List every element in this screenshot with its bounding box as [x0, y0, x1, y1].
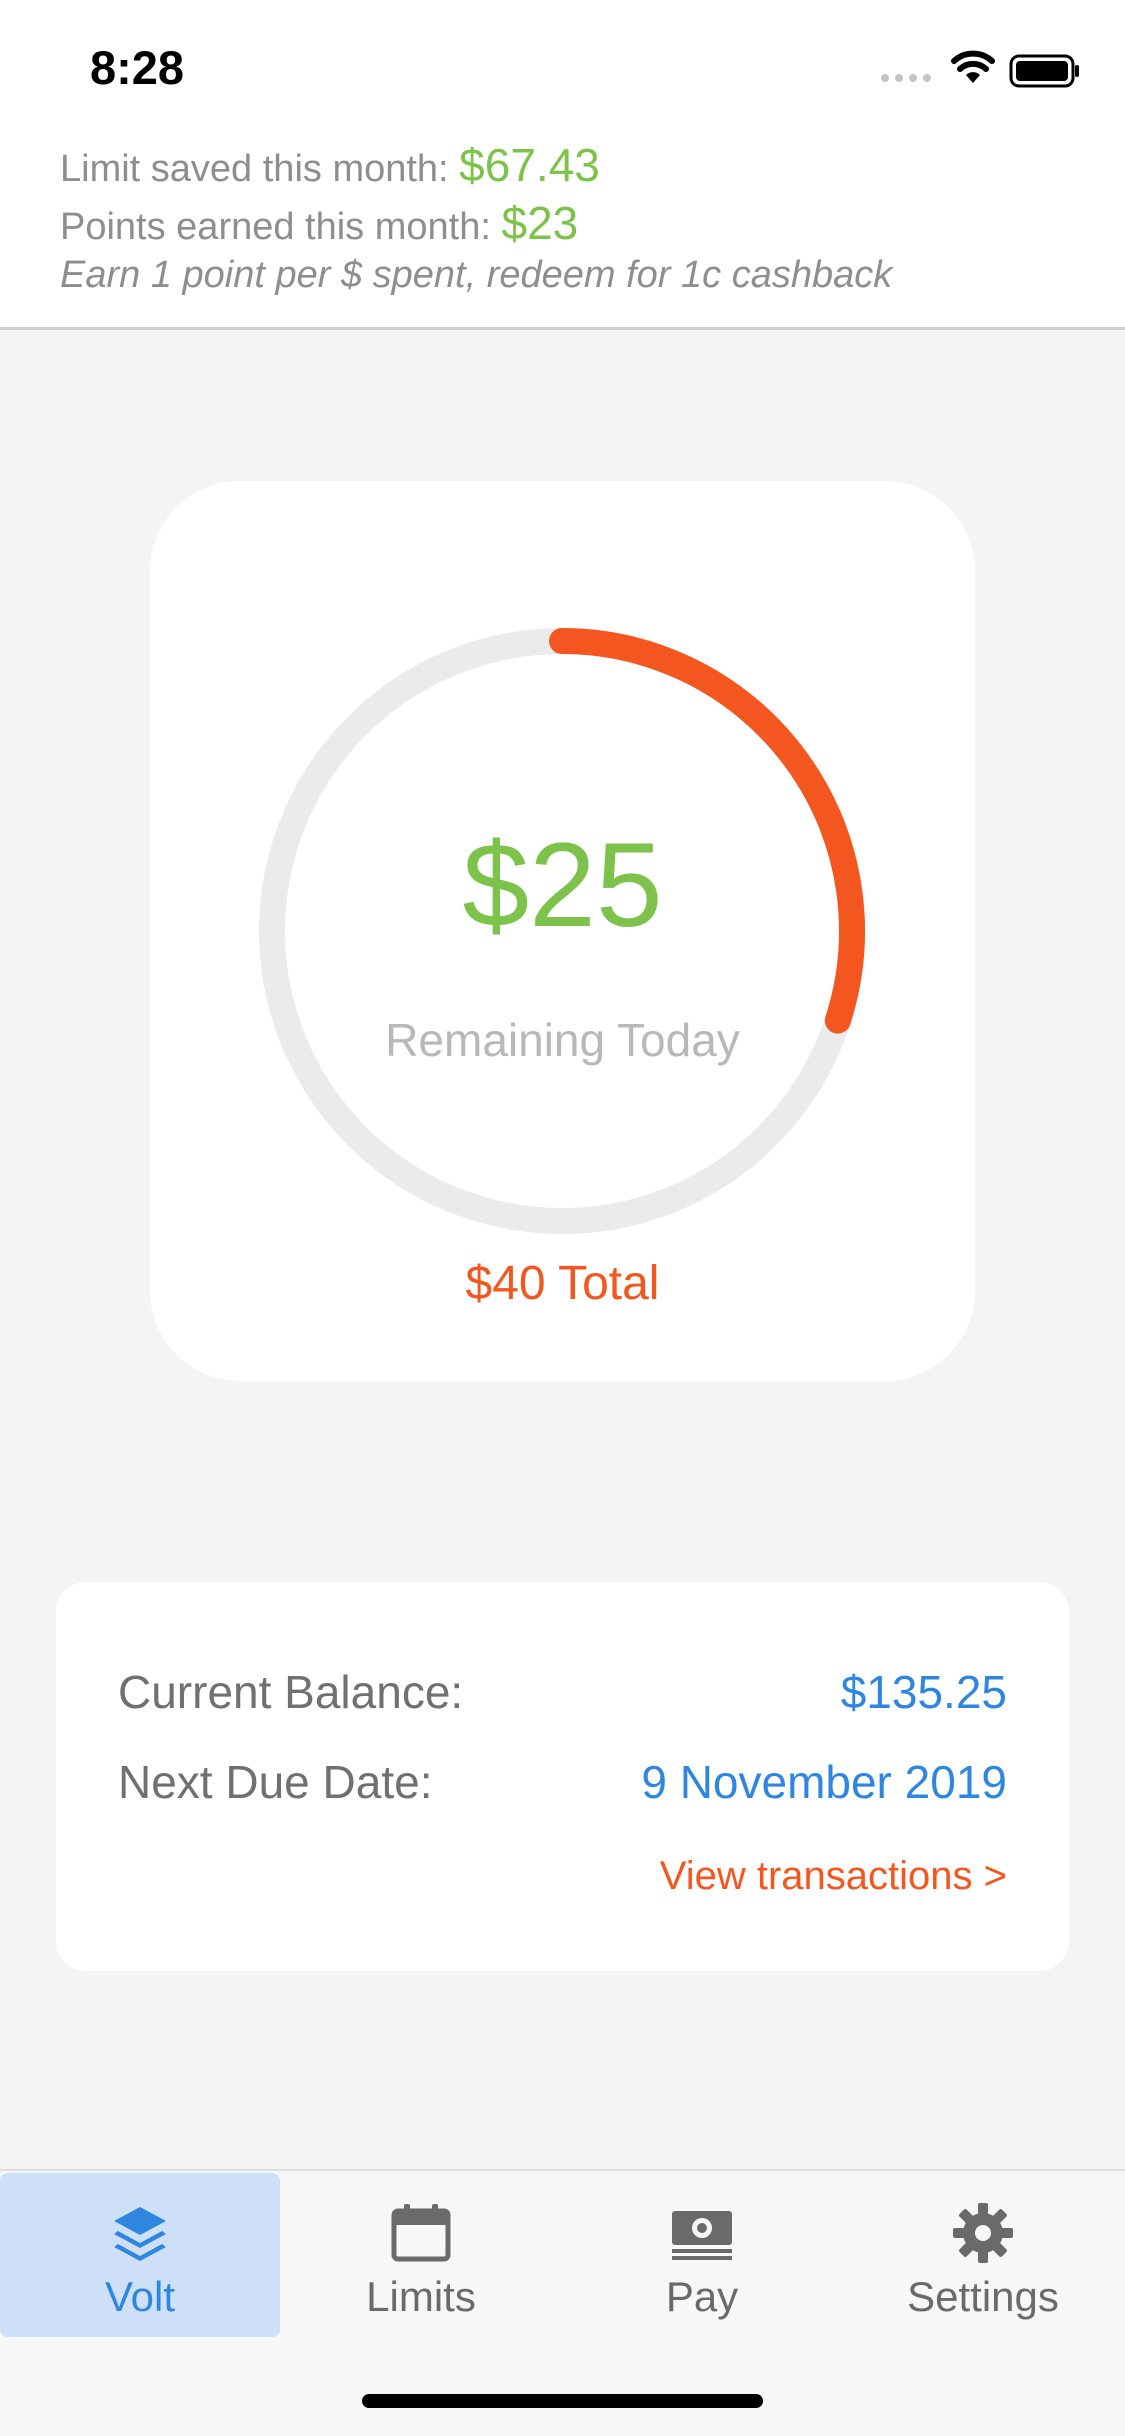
- tab-limits-label: Limits: [366, 2273, 476, 2320]
- tab-volt-label: Volt: [104, 2273, 176, 2320]
- limit-saved-line: Limit saved this month: $67.43: [60, 138, 600, 192]
- monthly-summary: Limit saved this month: $67.43 Points ea…: [0, 132, 1125, 330]
- tab-settings[interactable]: Settings: [843, 2173, 1123, 2337]
- points-note: Earn 1 point per $ spent, redeem for 1c …: [60, 254, 893, 296]
- points-earned-label: Points earned this month:: [60, 206, 491, 248]
- balance-card: Current Balance: $135.25 Next Due Date: …: [56, 1582, 1069, 1971]
- status-time: 8:28: [90, 41, 185, 94]
- tab-volt[interactable]: Volt: [0, 2173, 280, 2337]
- tab-pay[interactable]: Pay: [562, 2173, 842, 2337]
- daily-total: $40 Total: [465, 1257, 660, 1310]
- wifi-icon: [951, 50, 995, 83]
- tab-settings-label: Settings: [907, 2273, 1059, 2320]
- tab-limits[interactable]: Limits: [281, 2173, 561, 2337]
- points-earned-line: Points earned this month: $23: [60, 196, 578, 250]
- status-bar: 8:28: [0, 0, 1125, 132]
- calendar-icon: [391, 2204, 451, 2262]
- next-due-date-row: Next Due Date: 9 November 2019: [118, 1752, 1007, 1812]
- cellular-signal-icon: [881, 74, 931, 82]
- cash-icon: [672, 2211, 732, 2260]
- view-transactions-link[interactable]: View transactions >: [660, 1854, 1007, 1899]
- current-balance-label: Current Balance:: [118, 1666, 464, 1718]
- remaining-caption: Remaining Today: [385, 1014, 740, 1066]
- battery-icon: [1009, 54, 1079, 88]
- next-due-date-value: 9 November 2019: [641, 1756, 1007, 1808]
- tab-pay-label: Pay: [665, 2273, 739, 2320]
- daily-limit-card: $25 Remaining Today $40 Total: [150, 481, 975, 1381]
- current-balance-row: Current Balance: $135.25: [118, 1662, 1007, 1722]
- limit-saved-value: $67.43: [459, 139, 600, 191]
- next-due-date-label: Next Due Date:: [118, 1756, 433, 1808]
- remaining-amount: $25: [462, 818, 663, 952]
- current-balance-value: $135.25: [840, 1666, 1007, 1718]
- layers-icon: [114, 2207, 166, 2261]
- home-indicator: [362, 2394, 763, 2408]
- gear-icon: [953, 2203, 1013, 2263]
- limit-saved-label: Limit saved this month:: [60, 148, 449, 190]
- points-earned-value: $23: [501, 197, 579, 249]
